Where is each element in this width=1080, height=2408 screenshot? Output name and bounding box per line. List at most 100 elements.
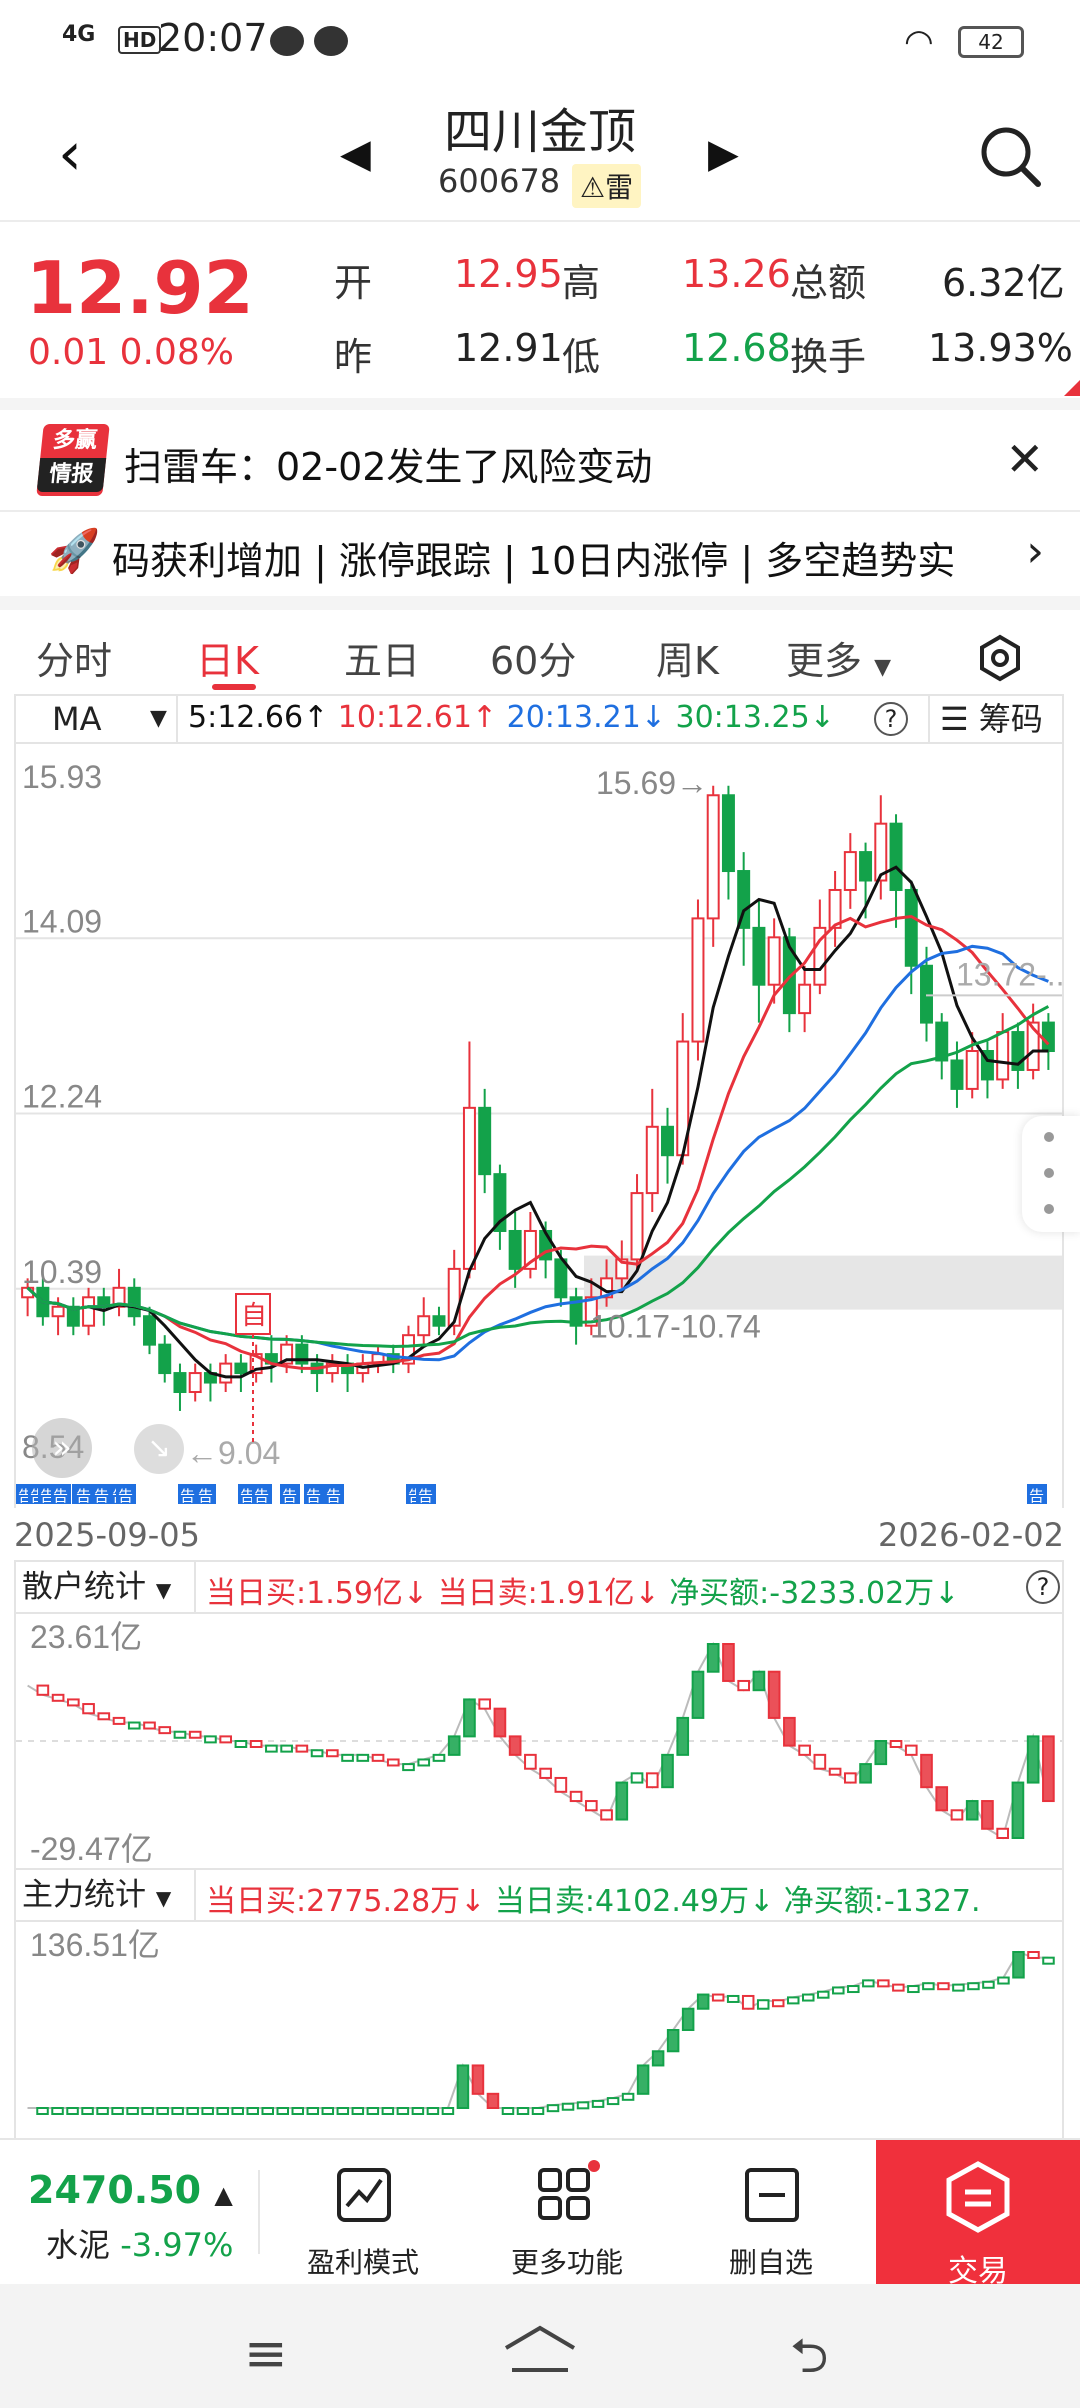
flow-bar bbox=[711, 1993, 725, 2002]
flow-bar-fill bbox=[784, 1717, 795, 1746]
flow-bar bbox=[351, 2107, 365, 2115]
flow-bar bbox=[478, 1698, 492, 1710]
tab-60min[interactable]: 60分 bbox=[490, 630, 576, 685]
flow-bar bbox=[584, 1800, 598, 1812]
flow-bar bbox=[501, 2107, 515, 2115]
flow-bar bbox=[336, 2107, 350, 2115]
next-stock-icon[interactable]: ▶ bbox=[708, 124, 739, 184]
settings-icon[interactable] bbox=[976, 634, 1024, 682]
candle-body bbox=[767, 936, 781, 986]
flow-bar bbox=[600, 1809, 613, 1821]
ma30-value: 30:13.25↓ bbox=[675, 700, 835, 735]
search-icon[interactable] bbox=[978, 124, 1042, 188]
candle-body bbox=[143, 1315, 156, 1346]
prev-close-label: 昨 bbox=[334, 335, 373, 379]
collapse-icon[interactable]: ↘ bbox=[134, 1424, 184, 1474]
main-stats-header: 主力统计 ▼ 当日买:2775.28万↓ 当日卖:4102.49万↓ 净买额:-… bbox=[14, 1868, 1064, 1922]
expand-icon[interactable]: » bbox=[32, 1418, 92, 1478]
flow-bar bbox=[798, 1744, 811, 1756]
flow-bar bbox=[741, 1994, 755, 2010]
candle-body bbox=[691, 917, 705, 1043]
profit-mode-button[interactable]: 盈利模式 bbox=[288, 2160, 438, 2281]
flow-bar bbox=[561, 2102, 575, 2111]
flow-bar-fill bbox=[677, 1717, 689, 1755]
candle-body bbox=[965, 1050, 979, 1090]
network-indicator: 4G bbox=[62, 22, 96, 47]
menu-icon[interactable]: ≡ bbox=[244, 2324, 288, 2384]
news-bar[interactable]: 多赢 情报 扫雷车：02-02发生了风险变动 ✕ bbox=[0, 414, 1080, 510]
news-text[interactable]: 扫雷车：02-02发生了风险变动 bbox=[124, 436, 652, 491]
ma-selector[interactable]: MA ▼ bbox=[16, 696, 178, 742]
tab-five-day[interactable]: 五日 bbox=[344, 630, 420, 685]
flow-bar bbox=[516, 2107, 530, 2115]
open-value: 12.95 bbox=[454, 252, 563, 296]
flow-bar-fill bbox=[494, 1708, 506, 1737]
chip-distribution-button[interactable]: ☰ 筹码 bbox=[928, 696, 1066, 742]
flow-bar-fill bbox=[509, 1736, 521, 1755]
tab-more-label: 更多 bbox=[786, 639, 863, 683]
announcement-label: 告 bbox=[94, 1487, 109, 1505]
ticker-text[interactable]: 码获利增加 | 涨停跟踪 | 10日内涨停 | 多空趋势实 bbox=[112, 530, 1002, 585]
risk-tag[interactable]: ⚠雷 bbox=[572, 164, 642, 208]
tab-more[interactable]: 更多 ▼ bbox=[786, 630, 891, 685]
ticker-bar[interactable]: 🚀 码获利增加 | 涨停跟踪 | 10日内涨停 | 多空趋势实 › bbox=[0, 512, 1080, 596]
back-nav-icon[interactable]: ⮌ bbox=[790, 2322, 828, 2403]
flow-bar bbox=[546, 2104, 560, 2113]
flow-bar bbox=[371, 1753, 385, 1762]
flow-bar-fill bbox=[662, 1754, 673, 1788]
flow-bar bbox=[36, 1684, 50, 1696]
flow-bar bbox=[441, 2107, 455, 2115]
flow-bar bbox=[188, 1730, 202, 1739]
help-icon[interactable]: ? bbox=[1026, 1570, 1060, 1604]
announcement-label: 告 bbox=[53, 1487, 68, 1505]
tab-daily-k[interactable]: 日K bbox=[196, 630, 259, 685]
side-more-handle[interactable] bbox=[1022, 1116, 1080, 1232]
retail-chart[interactable]: 23.61亿 -29.47亿 bbox=[14, 1614, 1064, 1868]
retail-net: 净买额:-3233.02万↓ bbox=[669, 1576, 960, 1611]
flow-bar bbox=[356, 1753, 370, 1762]
trade-button[interactable]: 交易 bbox=[876, 2140, 1080, 2289]
flow-bar-fill bbox=[448, 1736, 460, 1755]
index-info[interactable]: 水泥 -3.97% bbox=[46, 2220, 233, 2266]
flow-bar bbox=[786, 1996, 800, 2005]
candle-body bbox=[219, 1362, 233, 1384]
chevron-right-icon[interactable]: › bbox=[1026, 526, 1044, 577]
chouma-label: 筹码 bbox=[978, 700, 1043, 738]
flow-bar bbox=[524, 1753, 537, 1770]
high-annotation: 15.69→ bbox=[596, 765, 708, 801]
main-selector[interactable]: 主力统计 ▼ bbox=[16, 1870, 196, 1920]
flow-bar bbox=[737, 1679, 751, 1692]
close-icon[interactable]: ✕ bbox=[1005, 432, 1044, 486]
candle-body bbox=[904, 888, 918, 967]
help-icon[interactable]: ? bbox=[874, 702, 908, 736]
tab-fenshi[interactable]: 分时 bbox=[36, 630, 112, 685]
flow-bar bbox=[234, 1740, 248, 1748]
kline-chart[interactable]: 15.9314.0912.2410.398.5415.69→13.72-...1… bbox=[14, 744, 1073, 1508]
y-axis-label: 14.09 bbox=[22, 903, 102, 939]
announcement-label: 告 bbox=[198, 1487, 213, 1505]
flow-bar bbox=[97, 1712, 111, 1721]
flow-bar bbox=[645, 1772, 659, 1789]
flow-bar bbox=[158, 1726, 172, 1735]
main-svg: 136.51亿 bbox=[27, 1927, 1055, 2115]
flow-bar bbox=[341, 1753, 354, 1762]
index-value[interactable]: 2470.50 ▲ bbox=[28, 2168, 233, 2212]
more-functions-button[interactable]: 更多功能 bbox=[492, 2160, 642, 2281]
tab-weekly-k[interactable]: 周K bbox=[656, 630, 719, 685]
open-label: 开 bbox=[334, 261, 373, 305]
retail-selector[interactable]: 散户统计 ▼ bbox=[16, 1562, 196, 1612]
active-tab-indicator bbox=[212, 684, 256, 690]
flow-bar-fill bbox=[1043, 1736, 1054, 1802]
flow-bar bbox=[306, 2107, 320, 2115]
candle-body bbox=[554, 1258, 568, 1299]
y-axis-label: 12.24 bbox=[22, 1079, 102, 1115]
flow-bar bbox=[937, 1982, 950, 1991]
home-icon[interactable] bbox=[500, 2324, 580, 2374]
remove-watchlist-button[interactable]: 删自选 bbox=[696, 2160, 846, 2281]
flow-bar bbox=[66, 2107, 79, 2115]
flow-bar bbox=[411, 2107, 425, 2115]
current-price: 12.92 bbox=[26, 246, 254, 330]
main-chart[interactable]: 136.51亿 bbox=[14, 1922, 1064, 2138]
flow-bar bbox=[201, 2107, 214, 2115]
announcement-label: 告 bbox=[326, 1487, 341, 1505]
